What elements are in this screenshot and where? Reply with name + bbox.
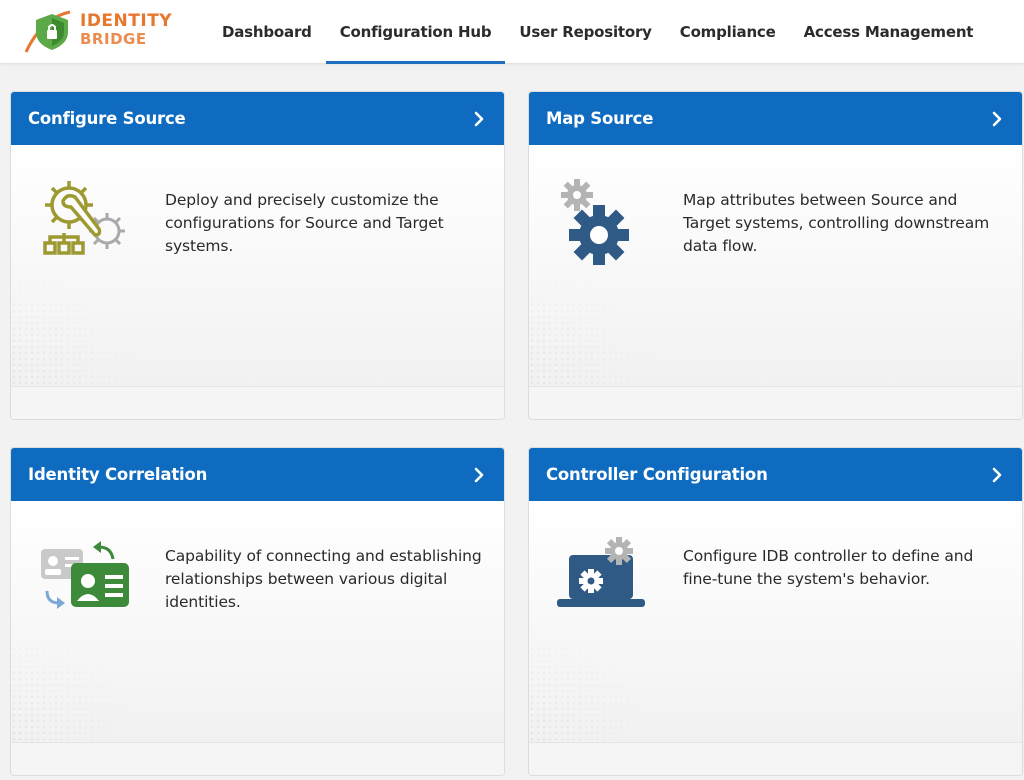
- nav-compliance[interactable]: Compliance: [666, 0, 790, 64]
- identity-bridge-logo[interactable]: IDENTITY BRIDGE: [22, 8, 182, 54]
- card-footer: [11, 742, 504, 775]
- top-navigation-bar: IDENTITY BRIDGE Dashboard Configuration …: [0, 0, 1024, 64]
- brand-line-1: IDENTITY: [80, 11, 173, 31]
- gears-icon: [561, 179, 629, 265]
- brand-line-2: BRIDGE: [80, 30, 147, 48]
- card-title: Configure Source: [28, 109, 186, 128]
- card-description: Map attributes between Source and Target…: [683, 191, 990, 255]
- card-body: Map attributes between Source and Target…: [529, 145, 1022, 386]
- card-title: Identity Correlation: [28, 465, 208, 484]
- dot-pattern: [11, 622, 151, 742]
- chevron-right-icon[interactable]: [472, 467, 486, 483]
- brand-wordmark: IDENTITY BRIDGE: [80, 12, 172, 48]
- chevron-right-icon[interactable]: [472, 111, 486, 127]
- chevron-right-icon[interactable]: [990, 111, 1004, 127]
- nav-dashboard[interactable]: Dashboard: [208, 0, 326, 64]
- nav-access-management[interactable]: Access Management: [790, 0, 988, 64]
- card-controller-configuration: Controller Configuration Configure IDB c…: [528, 447, 1023, 776]
- card-description: Configure IDB controller to define and f…: [683, 547, 974, 588]
- dot-pattern: [11, 266, 151, 386]
- card-header-identity-correlation[interactable]: Identity Correlation: [11, 448, 504, 501]
- card-body: Deploy and precisely customize the confi…: [11, 145, 504, 386]
- chevron-right-icon[interactable]: [990, 467, 1004, 483]
- nav-user-repository[interactable]: User Repository: [505, 0, 665, 64]
- card-header-map-source[interactable]: Map Source: [529, 92, 1022, 145]
- card-body: Capability of connecting and establishin…: [11, 501, 504, 742]
- card-title: Map Source: [546, 109, 654, 128]
- card-map-source: Map Source Map attributes between Source…: [528, 91, 1023, 420]
- dot-pattern: [529, 266, 669, 386]
- nav-configuration-hub[interactable]: Configuration Hub: [325, 0, 506, 64]
- card-footer: [11, 386, 504, 419]
- card-body: Configure IDB controller to define and f…: [529, 501, 1022, 742]
- gear-wrench-hierarchy-icon: [43, 181, 125, 255]
- card-footer: [529, 386, 1022, 419]
- card-description: Deploy and precisely customize the confi…: [165, 191, 444, 255]
- card-title: Controller Configuration: [546, 465, 768, 484]
- main-nav: Dashboard Configuration Hub User Reposit…: [208, 0, 987, 64]
- card-header-controller-configuration[interactable]: Controller Configuration: [529, 448, 1022, 501]
- laptop-gears-icon: [557, 537, 645, 607]
- card-description: Capability of connecting and establishin…: [165, 547, 482, 611]
- card-header-configure-source[interactable]: Configure Source: [11, 92, 504, 145]
- card-configure-source: Configure Source Deploy and precisely cu…: [10, 91, 505, 420]
- card-identity-correlation: Identity Correlation Capability of conne…: [10, 447, 505, 776]
- card-footer: [529, 742, 1022, 775]
- dot-pattern: [529, 622, 669, 742]
- id-cards-icon: [41, 541, 129, 609]
- shield-logo-icon: [24, 10, 71, 53]
